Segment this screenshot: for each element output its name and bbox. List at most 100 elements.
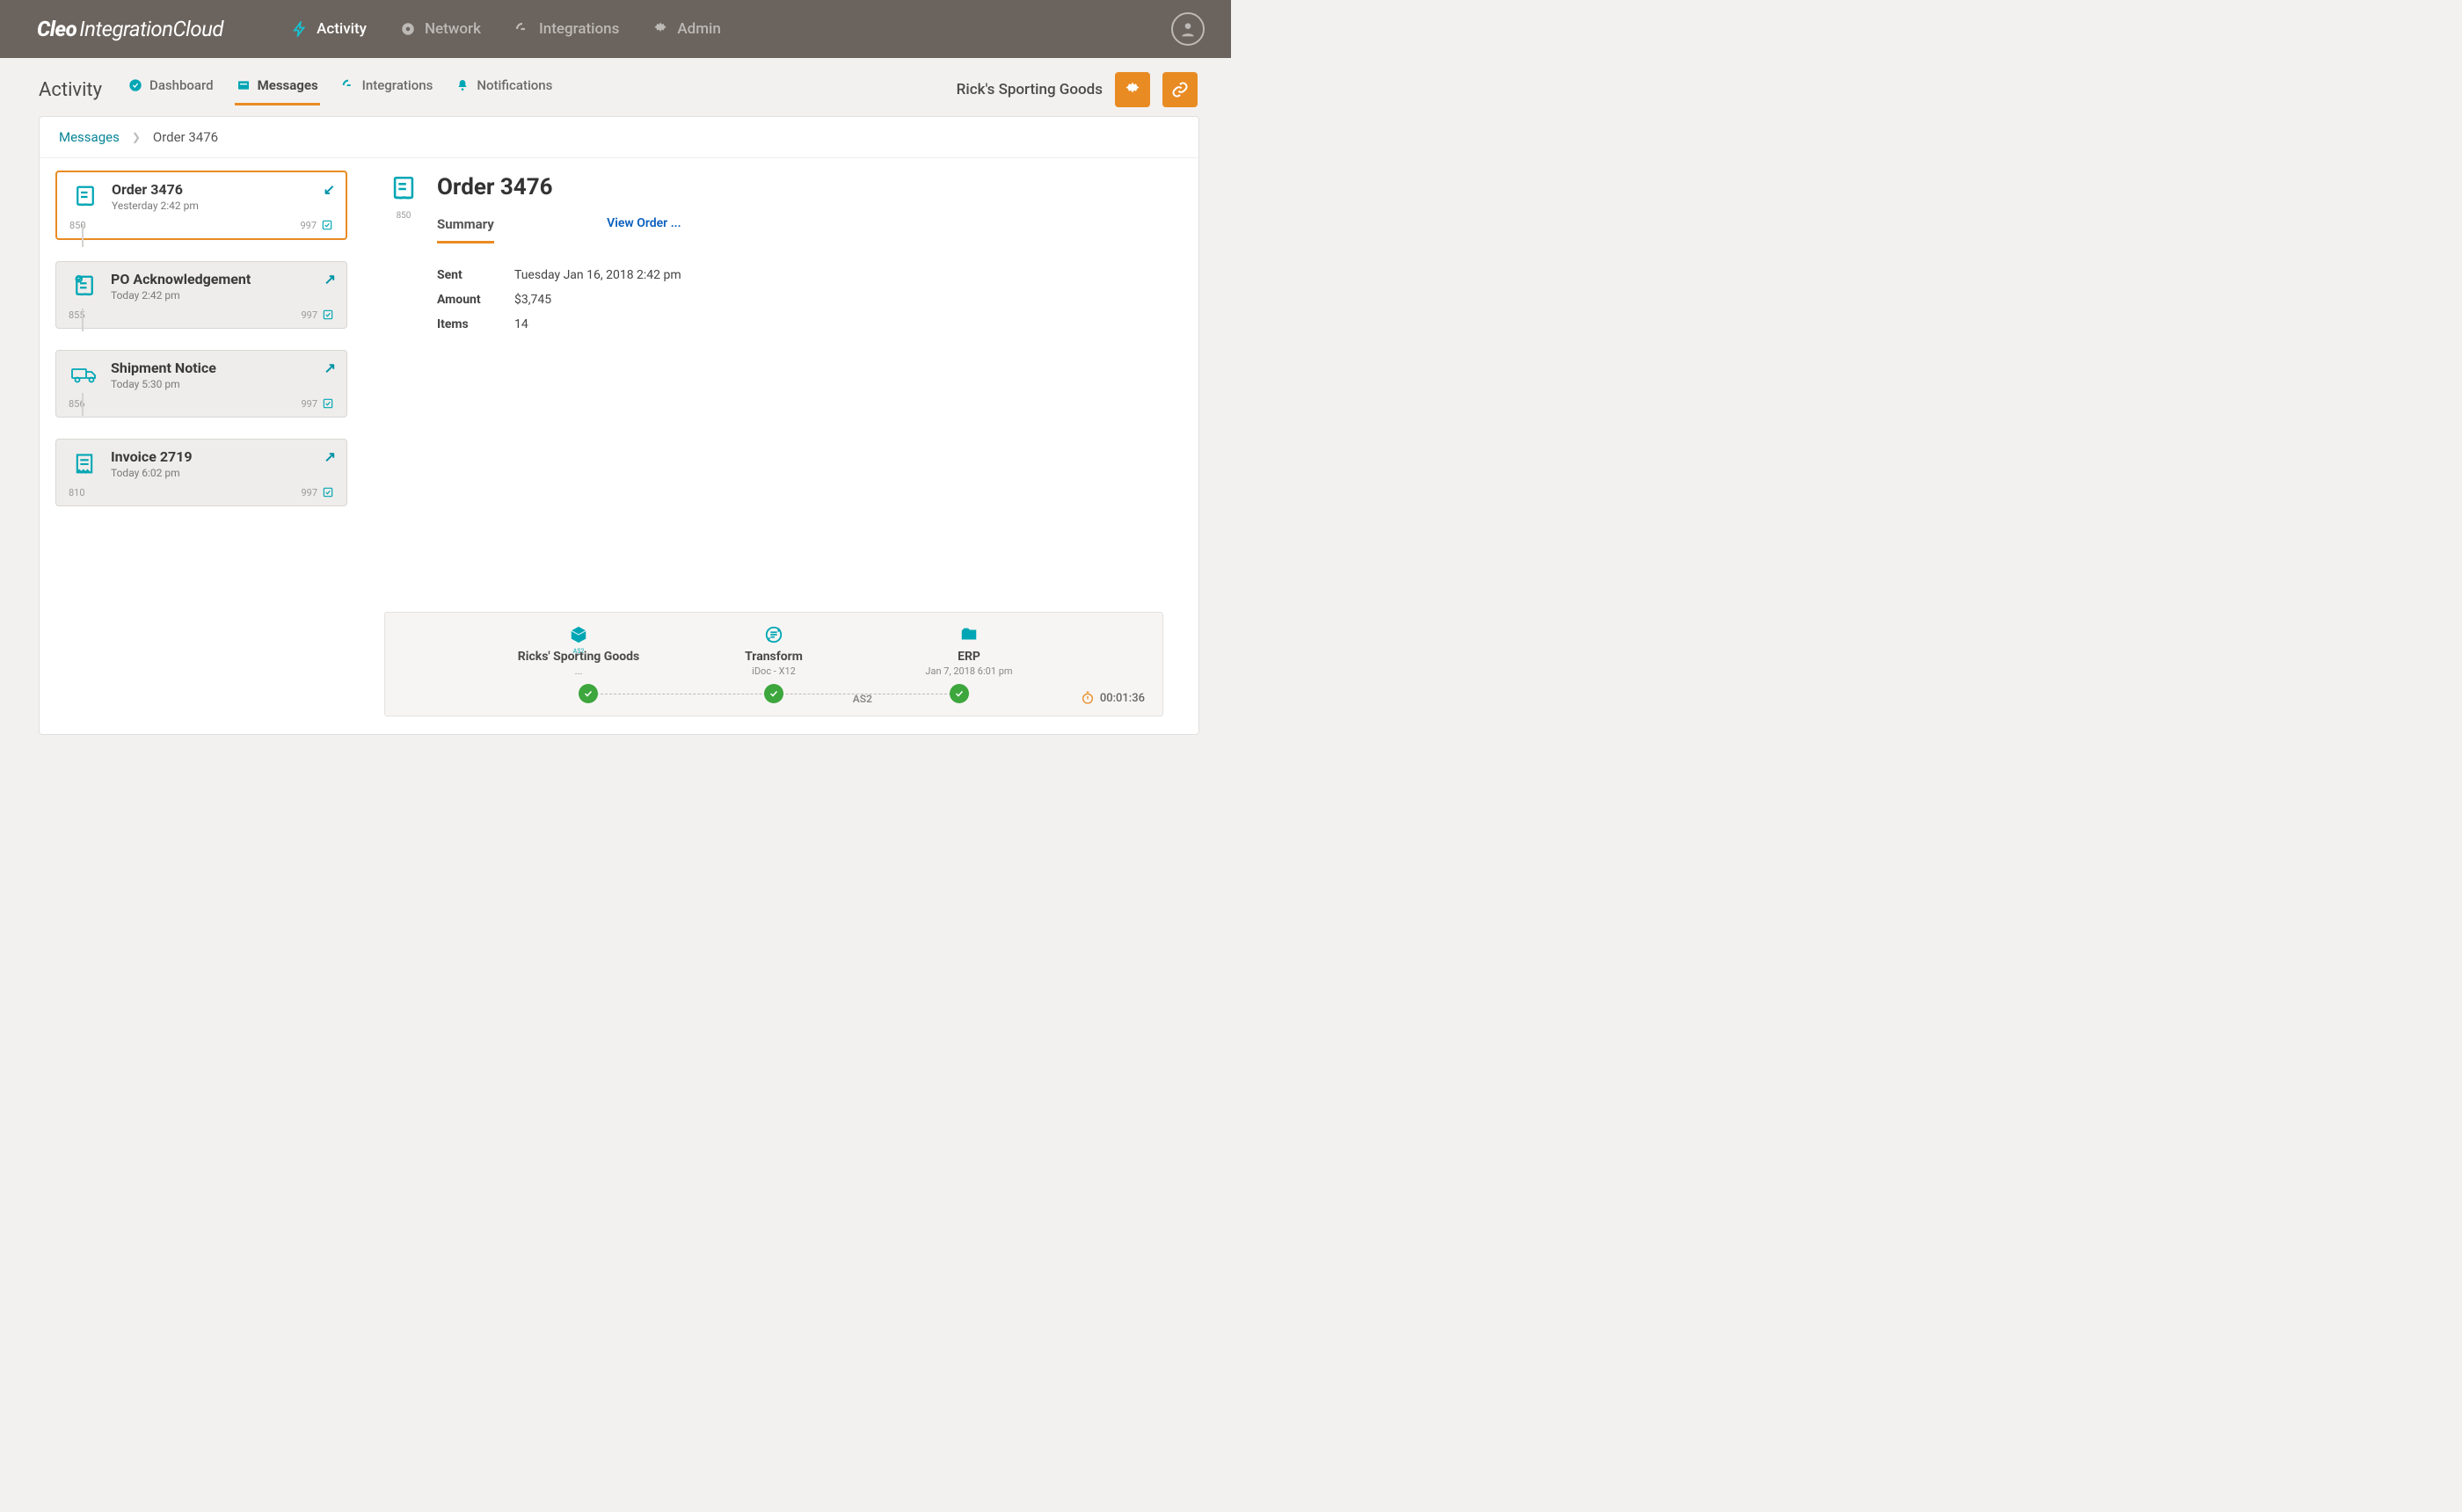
truck-icon (69, 362, 100, 387)
transform-icon (764, 625, 783, 646)
summary-value: $3,745 (514, 293, 551, 307)
detail-header: 850 Order 3476 Summary View Order ... Se… (384, 174, 1163, 337)
ack-icon (322, 486, 334, 498)
connector-line (82, 224, 84, 247)
message-card-shipment[interactable]: ↗ Shipment Notice Today 5:30 pm 856 997 (55, 350, 347, 418)
view-order-link[interactable]: View Order ... (607, 216, 681, 230)
tab-notifications-label: Notifications (477, 77, 552, 93)
arrow-out-icon: ↗ (324, 448, 336, 465)
status-success-icon (764, 684, 783, 703)
message-ack: 997 (301, 309, 334, 321)
detail-tabs: Summary View Order ... (437, 216, 681, 244)
summary-row-items: Items 14 (437, 312, 681, 337)
breadcrumb-root[interactable]: Messages (59, 129, 120, 145)
summary-label: Sent (437, 268, 514, 282)
nav-network-label: Network (425, 20, 481, 38)
message-type-code: 810 (69, 487, 85, 498)
nav-integrations-label: Integrations (539, 20, 619, 38)
folder-icon (959, 625, 979, 646)
document-icon (389, 174, 419, 204)
tab-dashboard[interactable]: Dashboard (127, 74, 215, 105)
bolt-icon (292, 21, 308, 37)
tab-dashboard-label: Dashboard (149, 77, 214, 93)
check-circle-icon (128, 78, 142, 92)
nav-network[interactable]: Network (400, 20, 481, 38)
message-card-po-ack[interactable]: ↗ PO Acknowledgement Today 2:42 pm 855 9… (55, 261, 347, 329)
tab-messages[interactable]: Messages (235, 74, 320, 105)
brand-logo: CleoIntegrationCloud (37, 17, 223, 41)
brand-secondary: IntegrationCloud (79, 17, 223, 41)
tab-integrations[interactable]: Integrations (339, 74, 435, 105)
brand-primary: Cleo (37, 17, 76, 41)
avatar[interactable] (1171, 12, 1205, 46)
flow-step-sub: iDoc - X12 (752, 665, 796, 677)
chevron-right-icon: ❯ (132, 131, 141, 143)
flow-timer: 00:01:36 (1081, 691, 1145, 705)
tab-integrations-label: Integrations (362, 77, 433, 93)
connector-line (82, 393, 84, 416)
message-card-invoice[interactable]: ↗ Invoice 2719 Today 6:02 pm 810 997 (55, 439, 347, 506)
package-icon: AS2 (569, 625, 588, 646)
flow-step-transform: Transform iDoc - X12 (686, 625, 862, 677)
link-button[interactable] (1162, 72, 1198, 107)
nav-admin-label: Admin (677, 20, 720, 38)
tab-notifications[interactable]: Notifications (454, 74, 554, 105)
navbar-links: Activity Network Integrations Admin (292, 20, 721, 38)
message-timestamp: Today 2:42 pm (111, 289, 251, 302)
message-title: Shipment Notice (111, 360, 216, 376)
gear-icon (1124, 81, 1141, 98)
status-success-icon (579, 684, 598, 703)
ack-icon (322, 309, 334, 321)
user-icon (1179, 20, 1197, 38)
breadcrumb: Messages ❯ Order 3476 (40, 117, 1198, 158)
nav-integrations[interactable]: Integrations (514, 20, 619, 38)
summary-value: 14 (514, 317, 528, 331)
nav-admin[interactable]: Admin (652, 20, 720, 38)
message-title: PO Acknowledgement (111, 271, 251, 287)
bell-icon (455, 78, 470, 92)
settings-button[interactable] (1115, 72, 1150, 107)
summary-value: Tuesday Jan 16, 2018 2:42 pm (514, 268, 681, 282)
link-icon (1171, 81, 1189, 98)
tab-summary[interactable]: Summary (437, 216, 494, 244)
flow-protocol-label: AS2 (853, 693, 872, 705)
message-list: ↙ Order 3476 Yesterday 2:42 pm 850 997 ↗ (40, 158, 360, 734)
message-card-order[interactable]: ↙ Order 3476 Yesterday 2:42 pm 850 997 (55, 171, 347, 240)
flow-step-sub: Jan 7, 2018 6:01 pm (925, 665, 1012, 677)
summary-row-sent: Sent Tuesday Jan 16, 2018 2:42 pm (437, 263, 681, 287)
flow-steps: AS2 Ricks' Sporting Goods ... Transform … (403, 625, 1145, 677)
flow-step-title: Ricks' Sporting Goods (518, 650, 639, 664)
connector-line (82, 309, 84, 331)
subbar-right: Rick's Sporting Goods (957, 72, 1198, 107)
page-title: Activity (39, 79, 102, 101)
status-success-icon (950, 684, 969, 703)
summary-label: Items (437, 317, 514, 331)
summary-grid: Sent Tuesday Jan 16, 2018 2:42 pm Amount… (437, 263, 681, 337)
flow-step-partner: AS2 Ricks' Sporting Goods ... (491, 625, 666, 677)
integration-icon (341, 78, 355, 92)
message-timestamp: Today 5:30 pm (111, 378, 216, 390)
secondary-navbar: Activity Dashboard Messages Integrations… (0, 58, 1231, 107)
flow-diagram: AS2 Ricks' Sporting Goods ... Transform … (384, 612, 1163, 716)
gear-icon (652, 21, 668, 37)
main-panel: Messages ❯ Order 3476 ↙ Order 3476 Yeste… (39, 116, 1199, 735)
detail-icon-column: 850 (384, 174, 423, 337)
message-ack: 997 (300, 219, 333, 231)
flow-step-title: Transform (745, 650, 803, 664)
detail-panel: 850 Order 3476 Summary View Order ... Se… (360, 158, 1198, 734)
flow-timer-value: 00:01:36 (1100, 692, 1145, 705)
message-ack: 997 (301, 486, 334, 498)
content-row: ↙ Order 3476 Yesterday 2:42 pm 850 997 ↗ (40, 158, 1198, 734)
arrow-in-icon: ↙ (324, 181, 335, 198)
flow-step-title: ERP (958, 650, 980, 664)
integrations-icon (514, 21, 530, 37)
nav-activity[interactable]: Activity (292, 20, 367, 38)
document-check-icon (69, 273, 100, 300)
arrow-out-icon: ↗ (324, 271, 336, 287)
subnav-tabs: Dashboard Messages Integrations Notifica… (127, 74, 554, 105)
breadcrumb-current: Order 3476 (153, 129, 218, 145)
tab-messages-label: Messages (258, 77, 318, 93)
message-ack: 997 (301, 397, 334, 410)
summary-label: Amount (437, 293, 514, 307)
flow-step-erp: ERP Jan 7, 2018 6:01 pm (881, 625, 1057, 677)
